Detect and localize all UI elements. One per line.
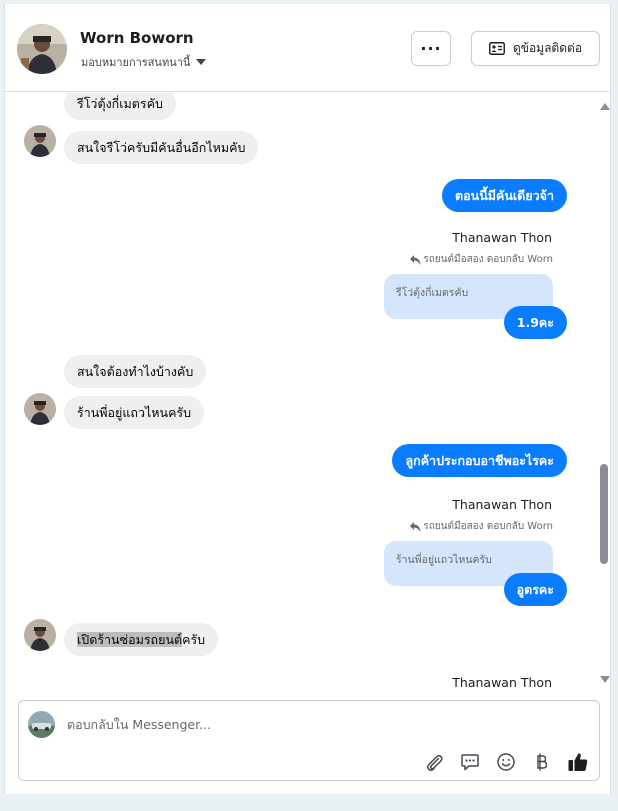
message-input[interactable] [67,713,567,735]
reply-context-label: รถยนต์มือสอง ตอบกลับ Worn [423,521,553,532]
sender-name: Thanawan Thon [452,230,552,245]
reply-context-label: รถยนต์มือสอง ตอบกลับ Worn [423,254,553,265]
view-contact-info-label: ดูข้อมูลติดต่อ [512,41,583,55]
saved-reply-icon [461,754,479,771]
incoming-message: รีโว่ตุ้งกี่เมตรคับ [64,93,176,120]
attach-file-button[interactable] [421,749,447,775]
reply-context: รถยนต์มือสอง ตอบกลับ Worn [410,519,553,534]
reply-arrow-icon [410,521,421,532]
conversation-panel: Worn Boworn มอบหมายการสนทนานี้ ··· ดูข้อ… [4,4,611,794]
reply-arrow-icon [410,254,421,265]
contact-card-icon [489,42,505,55]
sender-name: Thanawan Thon [452,497,552,512]
selected-text: เปิดร้านซ่อมรถยนต [77,632,183,647]
incoming-message: ร้านพี่อยู่แถวไหนครับ [64,396,205,429]
assign-conversation-dropdown[interactable]: มอบหมายการสนทนานี้ [81,53,207,71]
contact-avatar-small [24,619,56,651]
message-text: ์ครับ [182,632,206,647]
contact-name: Worn Boworn [80,29,194,47]
thread-scrollbar[interactable] [597,98,610,688]
caret-down-icon [196,59,207,65]
sender-name: Thanawan Thon [452,675,552,690]
outgoing-message: ลูกค้าประกอบอาชีพอะไรคะ [392,444,567,477]
baht-icon [537,753,548,771]
scrollbar-thumb[interactable] [600,464,608,564]
page-avatar [28,711,55,738]
view-contact-info-button[interactable]: ดูข้อมูลติดต่อ [471,31,600,66]
contact-avatar-small [24,125,56,157]
scroll-down-arrow-icon[interactable] [600,676,610,683]
reply-context: รถยนต์มือสอง ตอบกลับ Worn [410,252,553,267]
send-like-button[interactable] [565,749,591,775]
thumbs-up-icon [568,753,588,771]
contact-avatar[interactable] [17,24,67,74]
saved-reply-button[interactable] [457,749,483,775]
paperclip-icon [427,754,443,771]
contact-avatar-small [24,393,56,425]
outgoing-message: อูตรคะ [503,573,567,606]
outgoing-message: ตอนนี้มีคันเดียวจ้า [442,179,567,212]
outgoing-message: 1.9คะ [503,306,567,339]
message-thread[interactable]: รีโว่ตุ้งกี่เมตรคับ สนใจรีโว่ครับมีคันอื… [5,93,597,691]
emoji-button[interactable] [493,749,519,775]
incoming-message: สนใจรีโว่ครับมีคันอื่นอีกไหมคับ [64,131,259,164]
scroll-up-arrow-icon[interactable] [600,103,610,110]
incoming-message: สนใจต้องทำไงบ้างคับ [64,355,207,388]
incoming-message: เปิดร้านซ่อมรถยนต์ครับ [64,623,219,656]
message-composer [18,700,600,781]
assign-label: มอบหมายการสนทนานี้ [81,56,191,69]
more-options-button[interactable]: ··· [411,31,451,66]
more-options-label: ··· [420,39,442,58]
emoji-icon [497,753,515,771]
conversation-header: Worn Boworn มอบหมายการสนทนานี้ ··· ดูข้อ… [5,4,610,92]
payment-button[interactable] [529,749,555,775]
